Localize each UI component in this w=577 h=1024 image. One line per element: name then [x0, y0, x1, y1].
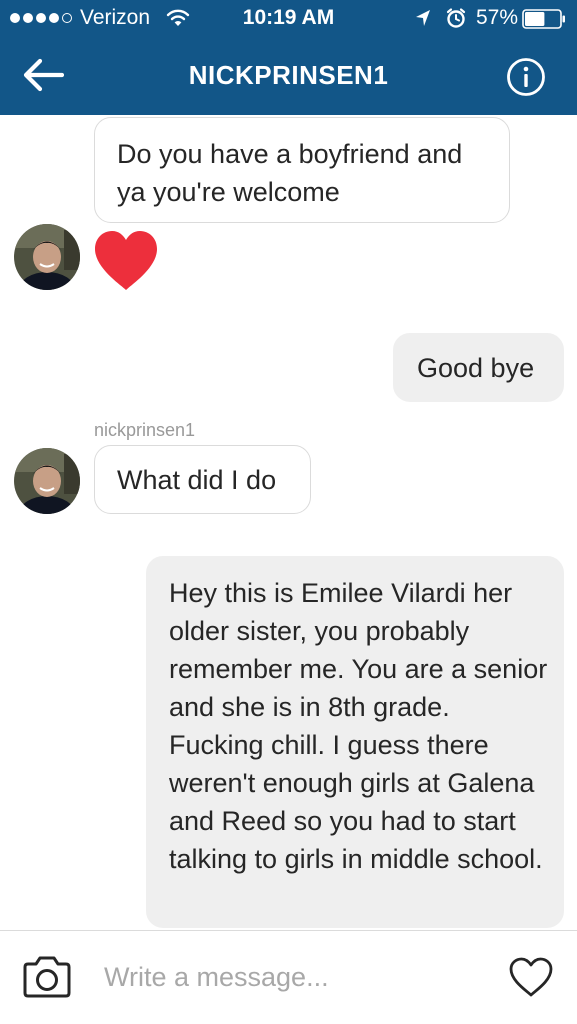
location-arrow-icon: [414, 7, 432, 35]
red-heart-icon[interactable]: [93, 230, 159, 297]
message-input[interactable]: [104, 956, 484, 998]
alarm-clock-icon: [445, 7, 467, 35]
outgoing-message[interactable]: Hey this is Emilee Vilardi her older sis…: [146, 556, 564, 928]
conversation-title: NICKPRINSEN1: [188, 60, 389, 90]
top-bar: Verizon 10:19 AM 57% NICKPRINSEN1: [0, 0, 577, 115]
avatar[interactable]: [14, 224, 80, 290]
incoming-message[interactable]: Do you have a boyfriend and ya you're we…: [94, 117, 510, 223]
heart-outline-icon: [509, 957, 553, 997]
info-circle-icon: [507, 58, 545, 96]
battery-icon: [522, 9, 566, 35]
status-bar: Verizon 10:19 AM 57%: [0, 0, 577, 38]
battery-percent: 57%: [476, 6, 519, 29]
message-composer: [0, 930, 577, 1024]
avatar[interactable]: [14, 448, 80, 514]
info-button[interactable]: [504, 55, 548, 99]
like-button[interactable]: [505, 953, 557, 1001]
camera-icon: [23, 956, 71, 998]
sender-username: nickprinsen1: [94, 420, 196, 440]
message-thread[interactable]: Do you have a boyfriend and ya you're we…: [0, 115, 577, 930]
camera-button[interactable]: [18, 951, 76, 1003]
outgoing-message[interactable]: Good bye: [393, 333, 564, 402]
incoming-message[interactable]: What did I do: [94, 445, 311, 514]
